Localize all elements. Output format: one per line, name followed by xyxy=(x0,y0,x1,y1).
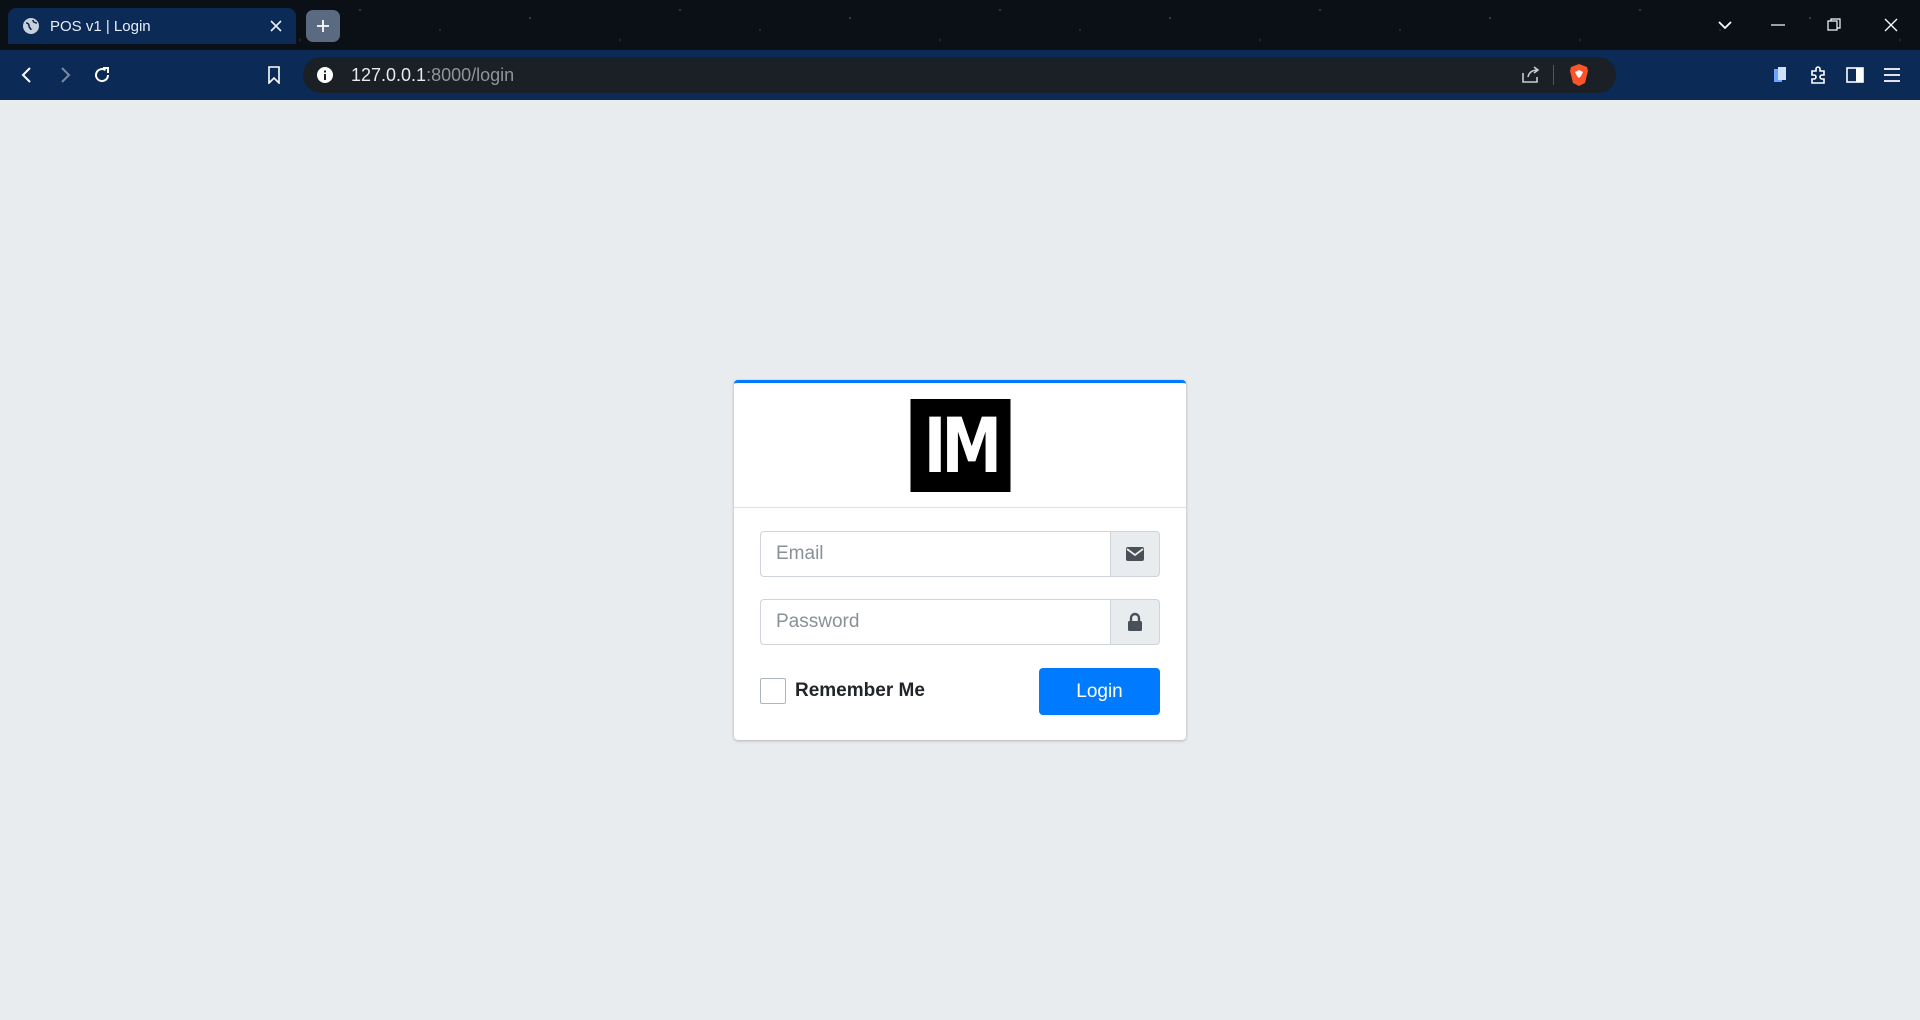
url-text: 127.0.0.1:8000/login xyxy=(351,65,514,86)
remember-me-checkbox[interactable] xyxy=(760,678,786,704)
login-button[interactable]: Login xyxy=(1039,668,1160,715)
omnibox-divider xyxy=(1553,65,1554,85)
login-card: IM Remember Me Login xyxy=(734,380,1186,740)
reader-icon xyxy=(1774,67,1786,82)
globe-icon xyxy=(22,17,40,35)
url-host: 127.0.0.1 xyxy=(351,64,427,85)
tab-search-button[interactable] xyxy=(1696,0,1754,50)
arrow-right-icon xyxy=(61,67,71,83)
new-tab-button[interactable] xyxy=(306,10,340,42)
extension-reader-button[interactable] xyxy=(1764,59,1796,91)
sidebar-button[interactable] xyxy=(1839,59,1871,91)
menu-button[interactable] xyxy=(1876,59,1908,91)
puzzle-icon xyxy=(1811,66,1825,84)
info-icon[interactable] xyxy=(315,65,335,85)
arrow-left-icon xyxy=(21,67,31,83)
im-logo: IM xyxy=(910,399,1010,492)
forward-button[interactable] xyxy=(49,59,81,91)
restore-icon xyxy=(1827,18,1841,31)
hamburger-menu-icon xyxy=(1884,68,1900,82)
chevron-down-icon xyxy=(1718,21,1732,30)
back-button[interactable] xyxy=(11,59,43,91)
email-input[interactable] xyxy=(760,531,1110,577)
remember-me-label[interactable]: Remember Me xyxy=(795,680,925,702)
lock-icon xyxy=(1128,612,1142,631)
close-icon xyxy=(1884,18,1898,32)
brave-shields-icon[interactable] xyxy=(1566,62,1592,88)
bookmark-icon xyxy=(268,66,280,84)
browser-tab[interactable]: POS v1 | Login xyxy=(8,8,296,44)
sidebar-icon xyxy=(1846,67,1864,83)
share-icon[interactable] xyxy=(1517,61,1545,89)
password-addon xyxy=(1110,599,1160,645)
browser-titlebar: POS v1 | Login xyxy=(0,0,1920,50)
reload-button[interactable] xyxy=(86,59,118,91)
minimize-button[interactable] xyxy=(1749,0,1807,50)
login-card-header: IM xyxy=(734,383,1186,508)
tab-title: POS v1 | Login xyxy=(50,17,151,35)
email-addon xyxy=(1110,531,1160,577)
restore-button[interactable] xyxy=(1805,0,1863,50)
close-window-button[interactable] xyxy=(1862,0,1920,50)
plus-icon xyxy=(317,20,329,32)
envelope-icon xyxy=(1126,547,1144,561)
password-input-group xyxy=(760,599,1160,645)
bookmark-button[interactable] xyxy=(258,59,290,91)
password-input[interactable] xyxy=(760,599,1110,645)
url-path: :8000/login xyxy=(426,64,515,85)
reload-icon xyxy=(95,67,110,83)
address-bar[interactable]: 127.0.0.1:8000/login xyxy=(303,57,1616,93)
close-tab-icon[interactable] xyxy=(262,12,290,40)
minimize-icon xyxy=(1771,24,1785,26)
remember-me[interactable]: Remember Me xyxy=(760,676,925,706)
email-input-group xyxy=(760,531,1160,577)
extensions-button[interactable] xyxy=(1802,59,1834,91)
